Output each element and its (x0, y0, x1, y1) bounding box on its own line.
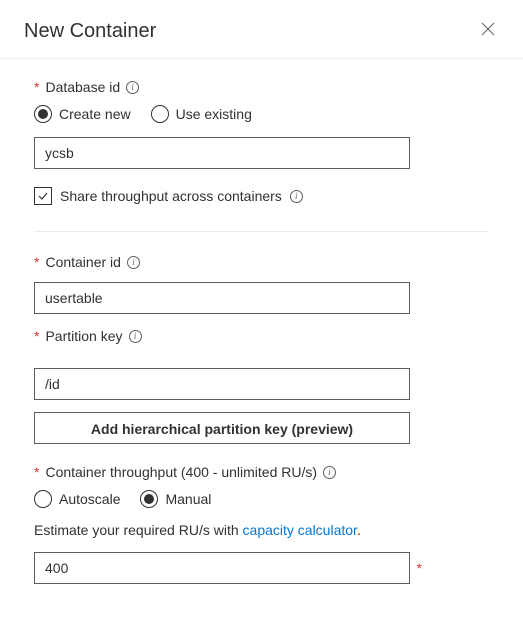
share-throughput-checkbox[interactable] (34, 187, 52, 205)
info-icon[interactable]: i (323, 466, 336, 479)
close-button[interactable] (477, 18, 499, 44)
radio-use-existing[interactable]: Use existing (151, 105, 252, 123)
radio-autoscale[interactable]: Autoscale (34, 490, 120, 508)
required-star: * (34, 254, 39, 270)
database-id-text: Database id (45, 79, 120, 95)
radio-create-new[interactable]: Create new (34, 105, 131, 123)
checkmark-icon (37, 190, 49, 202)
estimate-prefix: Estimate your required RU/s with (34, 522, 243, 538)
radio-circle-icon (140, 490, 158, 508)
radio-circle-icon (151, 105, 169, 123)
throughput-input[interactable] (34, 552, 410, 584)
required-star: * (34, 328, 39, 344)
container-throughput-label: * Container throughput (400 - unlimited … (34, 464, 489, 480)
info-icon[interactable]: i (126, 81, 139, 94)
add-hierarchical-partition-button[interactable]: Add hierarchical partition key (preview) (34, 412, 410, 444)
radio-label: Create new (59, 106, 131, 122)
radio-manual[interactable]: Manual (140, 490, 211, 508)
required-star: * (34, 79, 39, 95)
partition-key-label: * Partition key i (34, 328, 489, 344)
panel-body: * Database id i Create new Use existing … (0, 59, 523, 604)
radio-label: Use existing (176, 106, 252, 122)
database-mode-radio-group: Create new Use existing (34, 105, 489, 123)
share-throughput-label: Share throughput across containers (60, 188, 282, 204)
radio-label: Manual (165, 491, 211, 507)
info-icon[interactable]: i (290, 190, 303, 203)
share-throughput-row: Share throughput across containers i (34, 187, 489, 205)
container-id-input[interactable] (34, 282, 410, 314)
info-icon[interactable]: i (127, 256, 140, 269)
throughput-mode-radio-group: Autoscale Manual (34, 490, 489, 508)
required-star: * (417, 560, 422, 576)
database-id-input[interactable] (34, 137, 410, 169)
partition-key-text: Partition key (45, 328, 122, 344)
partition-key-input[interactable] (34, 368, 410, 400)
panel-header: New Container (0, 0, 523, 59)
radio-circle-icon (34, 490, 52, 508)
capacity-calculator-link[interactable]: capacity calculator (243, 522, 357, 538)
ru-input-wrapper: * (34, 552, 412, 584)
required-star: * (34, 464, 39, 480)
info-icon[interactable]: i (129, 330, 142, 343)
database-id-label: * Database id i (34, 79, 489, 95)
container-id-label: * Container id i (34, 254, 489, 270)
radio-circle-icon (34, 105, 52, 123)
close-icon (481, 22, 495, 36)
container-id-text: Container id (45, 254, 121, 270)
estimate-text: Estimate your required RU/s with capacit… (34, 522, 489, 538)
container-throughput-text: Container throughput (400 - unlimited RU… (45, 464, 317, 480)
estimate-suffix: . (357, 522, 361, 538)
radio-label: Autoscale (59, 491, 120, 507)
panel-title: New Container (24, 20, 156, 43)
section-divider (34, 231, 489, 232)
